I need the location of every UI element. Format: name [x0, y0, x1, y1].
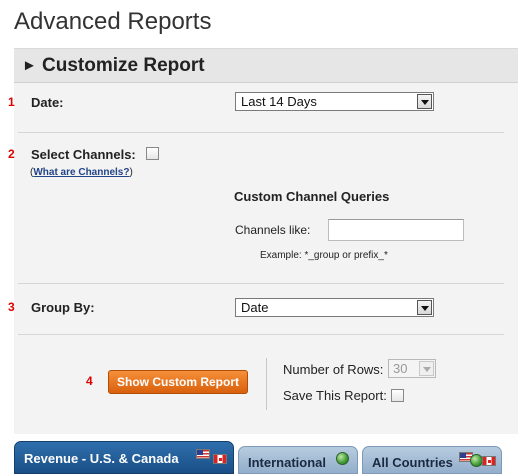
- divider: [18, 334, 504, 335]
- canada-flag-icon: [213, 454, 227, 464]
- panel-header[interactable]: ► Customize Report: [14, 49, 518, 83]
- channels-example-hint: Example: *_group or prefix_*: [260, 250, 388, 261]
- divider: [18, 283, 504, 284]
- date-label: Date:: [31, 95, 64, 110]
- tab-label: International: [248, 455, 327, 470]
- us-flag-icon: [196, 449, 210, 459]
- select-channels-label: Select Channels:: [31, 147, 136, 162]
- tab-revenue-us-canada[interactable]: Revenue - U.S. & Canada: [14, 441, 234, 474]
- vertical-separator: [266, 358, 267, 410]
- step-number-1: 1: [8, 95, 15, 109]
- tab-label: Revenue - U.S. & Canada: [24, 451, 179, 466]
- channels-like-input[interactable]: [328, 219, 464, 241]
- tab-label: All Countries: [372, 455, 453, 470]
- number-of-rows-value: 30: [393, 361, 408, 376]
- tab-all-countries[interactable]: All Countries: [362, 446, 502, 474]
- number-of-rows-select[interactable]: 30: [388, 359, 436, 378]
- number-of-rows-label: Number of Rows:: [283, 362, 384, 377]
- save-report-label: Save This Report:: [283, 388, 387, 403]
- panel-title: Customize Report: [42, 55, 205, 76]
- tab-international[interactable]: International: [238, 446, 358, 474]
- what-are-channels-link[interactable]: What are Channels?: [33, 167, 129, 178]
- select-channels-checkbox[interactable]: [146, 147, 159, 160]
- custom-channel-queries-title: Custom Channel Queries: [234, 189, 390, 204]
- divider: [18, 132, 504, 133]
- channels-help: (What are Channels?): [30, 167, 133, 178]
- date-range-select[interactable]: Last 14 Days: [235, 92, 434, 111]
- group-by-select[interactable]: Date: [235, 298, 434, 317]
- step-number-3: 3: [8, 300, 15, 314]
- group-by-value: Date: [241, 300, 269, 315]
- chevron-down-icon[interactable]: [417, 94, 432, 109]
- date-range-value: Last 14 Days: [241, 94, 317, 109]
- channels-like-label: Channels like:: [235, 223, 311, 237]
- chevron-down-icon[interactable]: [419, 361, 434, 376]
- step-number-2: 2: [8, 147, 15, 161]
- page-title: Advanced Reports: [14, 8, 212, 35]
- save-report-checkbox[interactable]: [391, 389, 404, 402]
- globe-icon: [336, 452, 349, 465]
- group-by-label: Group By:: [31, 300, 95, 315]
- show-custom-report-button[interactable]: Show Custom Report: [108, 370, 248, 394]
- triangle-right-icon[interactable]: ►: [22, 57, 37, 74]
- canada-flag-icon: [482, 456, 496, 466]
- chevron-down-icon[interactable]: [417, 300, 432, 315]
- step-number-4: 4: [86, 374, 93, 388]
